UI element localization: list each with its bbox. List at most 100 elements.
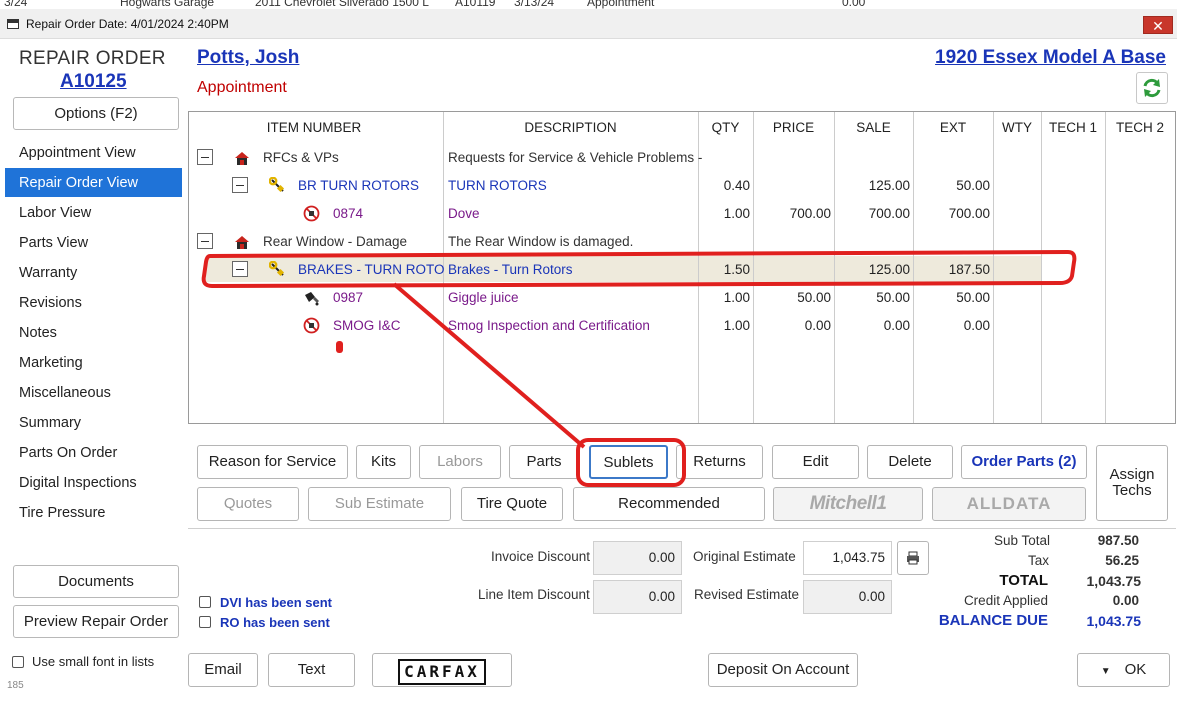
nav-warranty[interactable]: Warranty [19,265,77,281]
recommended-button[interactable]: Recommended [573,487,765,521]
column-header-ext[interactable]: EXT [913,120,993,135]
reason-for-service-button[interactable]: Reason for Service [197,445,348,479]
nav-marketing[interactable]: Marketing [19,355,83,371]
options-button[interactable]: Options (F2) [13,97,179,130]
nav-miscellaneous[interactable]: Miscellaneous [19,385,111,401]
row-item-number[interactable]: BR TURN ROTORS [298,178,419,193]
column-header-sale[interactable]: SALE [834,120,913,135]
nav-notes[interactable]: Notes [19,325,57,341]
row-description[interactable]: Requests for Service & Vehicle Problems … [448,150,702,165]
collapse-toggle[interactable] [232,177,248,193]
background-window-row: 3/24 Hogwarts Garage 2011 Chevrolet Silv… [0,0,1177,9]
dvi-sent-checkbox[interactable] [199,596,211,608]
row-sale[interactable]: 0.00 [834,318,910,333]
quotes-button[interactable]: Quotes [197,487,299,521]
row-qty[interactable]: 1.00 [698,206,750,221]
collapse-toggle[interactable] [197,233,213,249]
row-qty[interactable]: 1.00 [698,318,750,333]
row-description[interactable]: Giggle juice [448,290,519,305]
delete-button[interactable]: Delete [867,445,953,479]
row-ext[interactable]: 700.00 [913,206,990,221]
vehicle-link[interactable]: 1920 Essex Model A Base [935,47,1166,69]
row-sale[interactable]: 700.00 [834,206,910,221]
sublets-button[interactable]: Sublets [589,445,668,479]
row-price[interactable]: 50.00 [753,290,831,305]
email-button[interactable]: Email [188,653,258,687]
nav-labor-view[interactable]: Labor View [19,205,91,221]
nav-appointment-view[interactable]: Appointment View [19,145,136,161]
nav-repair-order-view[interactable]: Repair Order View [19,175,138,191]
assign-techs-button[interactable]: Assign Techs [1096,445,1168,521]
refresh-button[interactable] [1136,72,1168,104]
carfax-button[interactable]: CARFAX [372,653,512,687]
row-ext[interactable]: 187.50 [913,262,990,277]
nav-parts-view[interactable]: Parts View [19,235,88,251]
column-header-item-number[interactable]: ITEM NUMBER [229,120,399,135]
row-item-number[interactable]: 0987 [333,290,363,305]
documents-button[interactable]: Documents [13,565,179,598]
kits-button[interactable]: Kits [356,445,411,479]
row-item-number[interactable]: RFCs & VPs [263,150,339,165]
row-qty[interactable]: 1.50 [698,262,750,277]
preview-repair-order-button[interactable]: Preview Repair Order [13,605,179,638]
deposit-on-account-button[interactable]: Deposit On Account [708,653,858,687]
labors-button[interactable]: Labors [419,445,501,479]
returns-button[interactable]: Returns [676,445,763,479]
balance-due-value: 1,043.75 [1086,613,1142,629]
nav-summary[interactable]: Summary [19,415,81,431]
column-header-wty[interactable]: WTY [993,120,1041,135]
row-qty[interactable]: 0.40 [698,178,750,193]
repair-order-number[interactable]: A10125 [60,71,127,93]
nav-parts-on-order[interactable]: Parts On Order [19,445,117,461]
column-header-tech2[interactable]: TECH 2 [1105,120,1175,135]
small-font-checkbox[interactable] [12,656,24,668]
row-description[interactable]: TURN ROTORS [448,178,547,193]
column-header-qty[interactable]: QTY [698,120,753,135]
parts-button[interactable]: Parts [509,445,579,479]
column-header-description[interactable]: DESCRIPTION [443,120,698,135]
row-description[interactable]: The Rear Window is damaged. [448,234,633,249]
row-description[interactable]: Dove [448,206,480,221]
nav-revisions[interactable]: Revisions [19,295,82,311]
nav-digital-inspections[interactable]: Digital Inspections [19,475,137,491]
customer-name-link[interactable]: Potts, Josh [197,47,299,69]
row-price[interactable]: 0.00 [753,318,831,333]
collapse-toggle[interactable] [197,149,213,165]
ok-button[interactable]: ▼ OK [1077,653,1170,687]
tire-quote-button[interactable]: Tire Quote [461,487,563,521]
row-price[interactable]: 700.00 [753,206,831,221]
row-qty[interactable]: 1.00 [698,290,750,305]
sub-estimate-button[interactable]: Sub Estimate [308,487,451,521]
close-button[interactable]: ✕ [1143,16,1173,34]
row-item-number[interactable]: Rear Window - Damage [263,234,407,249]
invoice-discount-field[interactable]: 0.00 [593,541,682,575]
original-estimate-field[interactable]: 1,043.75 [803,541,892,575]
print-estimate-button[interactable] [897,541,929,575]
revised-estimate-field[interactable]: 0.00 [803,580,892,614]
row-sale[interactable]: 50.00 [834,290,910,305]
row-ext[interactable]: 50.00 [913,178,990,193]
column-header-price[interactable]: PRICE [753,120,834,135]
row-item-number[interactable]: BRAKES - TURN ROTO [298,262,445,277]
row-ext[interactable]: 50.00 [913,290,990,305]
row-ext[interactable]: 0.00 [913,318,990,333]
collapse-toggle[interactable] [232,261,248,277]
column-header-tech1[interactable]: TECH 1 [1041,120,1105,135]
row-item-number[interactable]: 0874 [333,206,363,221]
mitchell-button[interactable]: Mitchell1 [773,487,923,521]
carfax-logo: CARFAX [398,659,486,685]
total-value: 1,043.75 [1086,573,1142,589]
row-sale[interactable]: 125.00 [834,262,910,277]
ro-sent-checkbox[interactable] [199,616,211,628]
row-description[interactable]: Brakes - Turn Rotors [448,262,573,277]
text-button[interactable]: Text [268,653,355,687]
line-item-discount-field[interactable]: 0.00 [593,580,682,614]
nav-tire-pressure[interactable]: Tire Pressure [19,505,105,521]
edit-button[interactable]: Edit [772,445,859,479]
row-description[interactable]: Smog Inspection and Certification [448,318,650,333]
row-item-number[interactable]: SMOG I&C [333,318,401,333]
revised-estimate-label: Revised Estimate [694,587,800,602]
row-sale[interactable]: 125.00 [834,178,910,193]
order-parts-button[interactable]: Order Parts (2) [961,445,1087,479]
alldata-button[interactable]: ALLDATA [932,487,1086,521]
